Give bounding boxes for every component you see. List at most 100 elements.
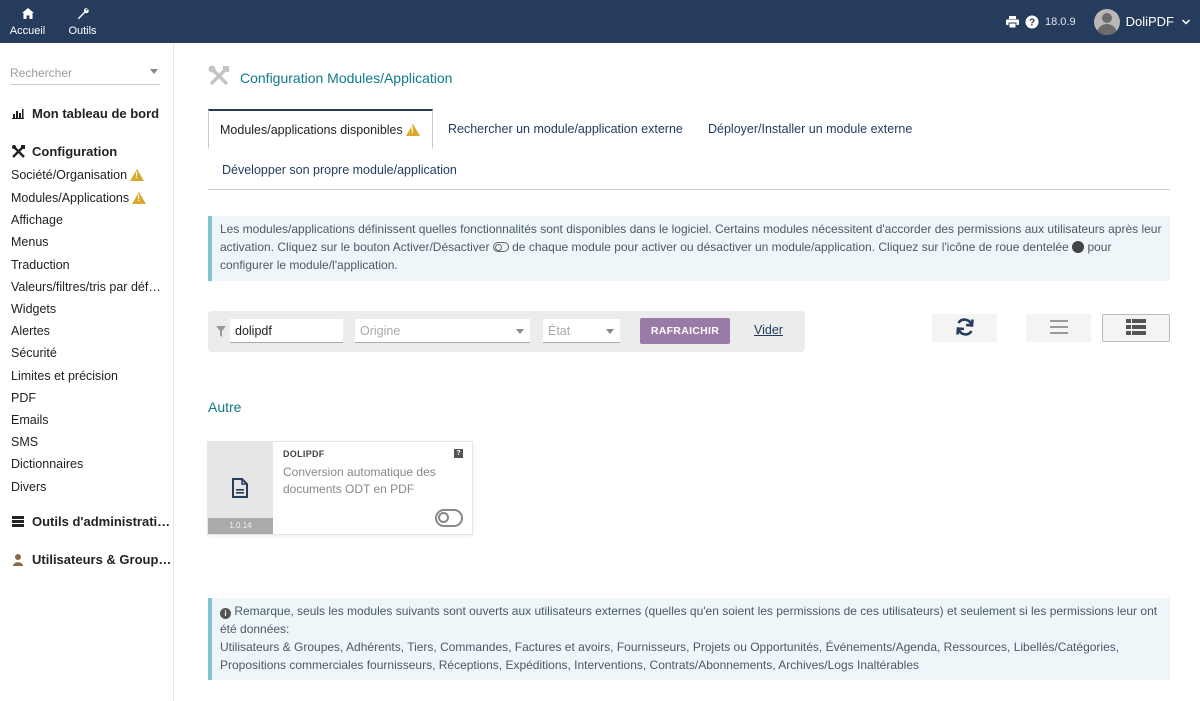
sidebar-item-label: Alertes <box>11 324 50 338</box>
sidebar-dashboard[interactable]: Mon tableau de bord <box>11 106 159 121</box>
sidebar: Rechercher Mon tableau de bord Configura… <box>0 43 174 701</box>
sidebar-item-dictionnaires[interactable]: Dictionnaires <box>11 457 83 471</box>
home-icon <box>21 8 34 23</box>
sidebar-item-label: Menus <box>11 235 49 249</box>
module-search-input[interactable]: dolipdf <box>230 319 343 343</box>
tab-label: Modules/applications disponibles <box>220 122 403 137</box>
sidebar-item-label: Affichage <box>11 213 63 227</box>
print-icon[interactable] <box>1005 15 1019 29</box>
sidebar-item-label: Dictionnaires <box>11 457 84 471</box>
refresh-icon <box>955 317 975 340</box>
module-group-title: Autre <box>208 399 242 415</box>
note-text-1: Remarque, seuls les modules suivants son… <box>220 604 1158 636</box>
sidebar-item-label: Traduction <box>11 258 70 272</box>
filter-icon <box>216 325 226 337</box>
tab-label: Développer son propre module/application <box>222 163 457 177</box>
module-name: DOLIPDF <box>283 449 325 459</box>
sidebar-item-label: PDF <box>11 391 36 405</box>
sidebar-item-label: Société/Organisation <box>11 168 128 182</box>
help-icon[interactable]: ? <box>1025 15 1039 29</box>
module-version: 1.0.14 <box>208 518 273 534</box>
module-help-icon[interactable]: ? <box>454 449 463 458</box>
tab-deploy-external[interactable]: Déployer/Installer un module externe <box>708 122 912 136</box>
refresh-button[interactable]: RAFRAICHIR <box>640 318 730 344</box>
state-select[interactable]: État <box>543 319 620 343</box>
sidebar-item-societe[interactable]: Société/Organisation <box>11 168 145 182</box>
sidebar-item-modules[interactable]: Modules/Applications <box>11 191 147 205</box>
chart-icon <box>11 108 25 119</box>
svg-text:?: ? <box>1029 17 1035 28</box>
module-activate-toggle[interactable] <box>435 509 463 527</box>
page-title: Configuration Modules/Application <box>208 65 452 90</box>
tabs-bar: Modules/applications disponibles Recherc… <box>208 109 1170 190</box>
sidebar-item-alertes[interactable]: Alertes <box>11 324 50 338</box>
sidebar-admin-tools[interactable]: Outils d'administrati… <box>11 514 170 529</box>
warning-icon <box>132 192 147 204</box>
avatar[interactable] <box>1093 8 1120 35</box>
page-title-text: Configuration Modules/Application <box>240 69 453 86</box>
filter-bar: dolipdf Origine État RAFRAICHIR Vider <box>208 311 805 352</box>
grid-list-icon <box>1126 318 1146 338</box>
origin-placeholder: Origine <box>360 324 401 338</box>
sidebar-item-label: Emails <box>11 413 49 427</box>
sidebar-item-emails[interactable]: Emails <box>11 413 49 427</box>
sidebar-admin-tools-label: Outils d'administrati… <box>32 514 171 529</box>
tab-develop-module[interactable]: Développer son propre module/application <box>222 163 457 177</box>
sidebar-item-valeurs[interactable]: Valeurs/filtres/tris par déf… <box>11 280 161 294</box>
warning-icon <box>405 123 420 136</box>
sidebar-item-traduction[interactable]: Traduction <box>11 258 70 272</box>
card-view-button[interactable] <box>1102 314 1170 342</box>
user-name[interactable]: DoliPDF <box>1126 14 1174 29</box>
clear-filters-link[interactable]: Vider <box>754 323 783 337</box>
gear-icon <box>1072 241 1085 253</box>
sidebar-dashboard-label: Mon tableau de bord <box>32 106 160 121</box>
note-text-2: Utilisateurs & Groupes, Adhérents, Tiers… <box>220 640 1120 672</box>
sidebar-item-sms[interactable]: SMS <box>11 435 38 449</box>
sidebar-item-widgets[interactable]: Widgets <box>11 302 56 316</box>
chevron-down-icon[interactable] <box>1181 17 1191 27</box>
sidebar-item-securite[interactable]: Sécurité <box>11 346 57 360</box>
tab-search-external[interactable]: Rechercher un module/application externe <box>448 122 683 136</box>
state-placeholder: État <box>548 324 571 338</box>
sidebar-item-menus[interactable]: Menus <box>11 235 49 249</box>
dropdown-arrow-icon <box>606 329 614 334</box>
warning-icon <box>130 169 145 181</box>
tab-available-modules[interactable]: Modules/applications disponibles <box>208 109 433 149</box>
info-text-2: de chaque module pour activer ou désacti… <box>508 240 1073 254</box>
top-right-area: ? 18.0.9 DoliPDF <box>1005 0 1191 43</box>
sidebar-item-label: Sécurité <box>11 346 57 360</box>
sidebar-item-affichage[interactable]: Affichage <box>11 213 63 227</box>
file-icon <box>232 478 248 501</box>
sidebar-item-label: Modules/Applications <box>11 191 130 205</box>
wrench-icon <box>77 8 89 23</box>
dropdown-arrow-icon <box>516 329 524 334</box>
sidebar-configuration[interactable]: Configuration <box>11 144 117 159</box>
origin-select[interactable]: Origine <box>355 319 530 343</box>
topnav-tools[interactable]: Outils <box>55 0 110 43</box>
sidebar-item-limites[interactable]: Limites et précision <box>11 369 118 383</box>
tools-icon <box>11 145 25 158</box>
sidebar-item-label: Widgets <box>11 302 57 316</box>
module-description: Conversion automatique des documents ODT… <box>283 465 436 496</box>
sidebar-search-placeholder: Rechercher <box>10 66 73 80</box>
sidebar-configuration-label: Configuration <box>32 144 118 159</box>
main-content: Configuration Modules/Application Module… <box>175 43 1200 701</box>
topnav-tools-label: Outils <box>68 25 97 37</box>
top-bar: Accueil Outils ? 18.0.9 DoliPDF <box>0 0 1200 43</box>
sidebar-item-divers[interactable]: Divers <box>11 480 46 494</box>
user-icon <box>11 553 25 566</box>
sidebar-item-pdf[interactable]: PDF <box>11 391 36 405</box>
server-icon <box>11 516 25 527</box>
topnav-home-label: Accueil <box>9 25 46 37</box>
list-view-button[interactable] <box>1026 314 1091 342</box>
module-icon-area: 1.0.14 <box>208 442 273 534</box>
toggle-icon <box>492 242 509 252</box>
reload-button[interactable] <box>932 314 997 342</box>
sidebar-search-select[interactable]: Rechercher <box>10 65 160 85</box>
topnav-home[interactable]: Accueil <box>0 0 55 43</box>
sidebar-item-label: SMS <box>11 435 39 449</box>
version-label: 18.0.9 <box>1045 15 1076 28</box>
tab-label: Rechercher un module/application externe <box>448 122 683 136</box>
sidebar-users-groups[interactable]: Utilisateurs & Group… <box>11 552 171 567</box>
module-card[interactable]: 1.0.14 DOLIPDF ? Conversion automatique … <box>208 442 472 534</box>
